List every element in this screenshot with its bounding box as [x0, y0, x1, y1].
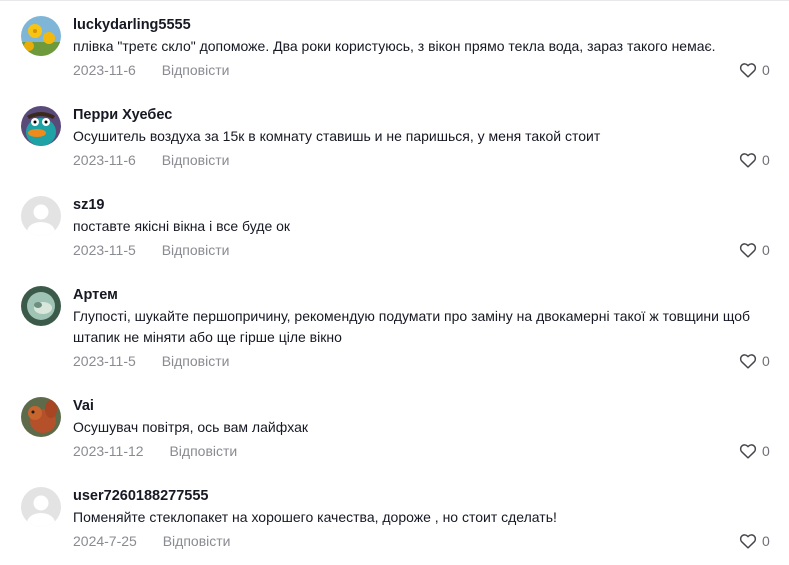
- comment-meta: 2023-11-6 Відповісти: [73, 60, 229, 80]
- heart-icon: [739, 153, 757, 168]
- comment-username[interactable]: Перри Хуебес: [73, 106, 172, 124]
- like-count: 0: [762, 533, 770, 549]
- reply-button[interactable]: Відповісти: [162, 240, 230, 260]
- like-count: 0: [762, 62, 770, 78]
- comment-meta: 2023-11-6 Відповісти: [73, 150, 229, 170]
- reply-button[interactable]: Відповісти: [163, 531, 231, 551]
- comment-date: 2023-11-12: [73, 443, 144, 459]
- comment-date: 2023-11-5: [73, 242, 136, 258]
- comment-username[interactable]: user7260188277555: [73, 487, 208, 505]
- comment-meta: 2023-11-5 Відповісти: [73, 351, 229, 371]
- heart-icon: [739, 444, 757, 459]
- like-count: 0: [762, 353, 770, 369]
- heart-icon: [739, 354, 757, 369]
- like-count: 0: [762, 152, 770, 168]
- comment-date: 2023-11-6: [73, 62, 136, 78]
- comment-text: Поменяйте стеклопакет на хорошего качест…: [73, 509, 557, 525]
- like-button[interactable]: 0: [739, 150, 770, 170]
- comment-text: Глупості, шукайте першопричину, рекоменд…: [73, 308, 751, 345]
- dandelion-avatar[interactable]: [21, 16, 61, 56]
- like-count: 0: [762, 443, 770, 459]
- heart-icon: [739, 243, 757, 258]
- comment-date: 2023-11-6: [73, 152, 136, 168]
- comment-text: поставте якісні вікна і все буде ок: [73, 218, 291, 234]
- comment-meta: 2024-7-25 Відповісти: [73, 531, 230, 551]
- default-avatar[interactable]: [21, 196, 61, 236]
- comment-username[interactable]: Артем: [73, 286, 118, 304]
- like-button[interactable]: 0: [739, 240, 770, 260]
- heart-icon: [739, 63, 757, 78]
- like-button[interactable]: 0: [739, 60, 770, 80]
- comment-date: 2023-11-5: [73, 353, 136, 369]
- reply-button[interactable]: Відповісти: [162, 150, 230, 170]
- heart-icon: [739, 534, 757, 549]
- reply-button[interactable]: Відповісти: [169, 441, 237, 461]
- photo-avatar[interactable]: [21, 286, 61, 326]
- comment-text: Осушитель воздуха за 15к в комнату стави…: [73, 128, 601, 144]
- comment-meta: 2023-11-5 Відповісти: [73, 240, 229, 260]
- like-button[interactable]: 0: [739, 531, 770, 551]
- comment-text: Осушувач повітря, ось вам лайфхак: [73, 419, 308, 435]
- comment-meta: 2023-11-12 Відповісти: [73, 441, 237, 461]
- comment-text: плівка "третє скло" допоможе. Два роки к…: [73, 38, 716, 54]
- like-button[interactable]: 0: [739, 351, 770, 371]
- squirrel-avatar[interactable]: [21, 397, 61, 437]
- like-button[interactable]: 0: [739, 441, 770, 461]
- comment-username[interactable]: Vai: [73, 397, 94, 415]
- platypus-avatar[interactable]: [21, 106, 61, 146]
- comment-username[interactable]: luckydarling5555: [73, 16, 191, 34]
- reply-button[interactable]: Відповісти: [162, 351, 230, 371]
- comment-date: 2024-7-25: [73, 533, 137, 549]
- like-count: 0: [762, 242, 770, 258]
- default-avatar[interactable]: [21, 487, 61, 527]
- reply-button[interactable]: Відповісти: [162, 60, 230, 80]
- comment-username[interactable]: sz19: [73, 196, 104, 214]
- top-divider: [0, 0, 789, 1]
